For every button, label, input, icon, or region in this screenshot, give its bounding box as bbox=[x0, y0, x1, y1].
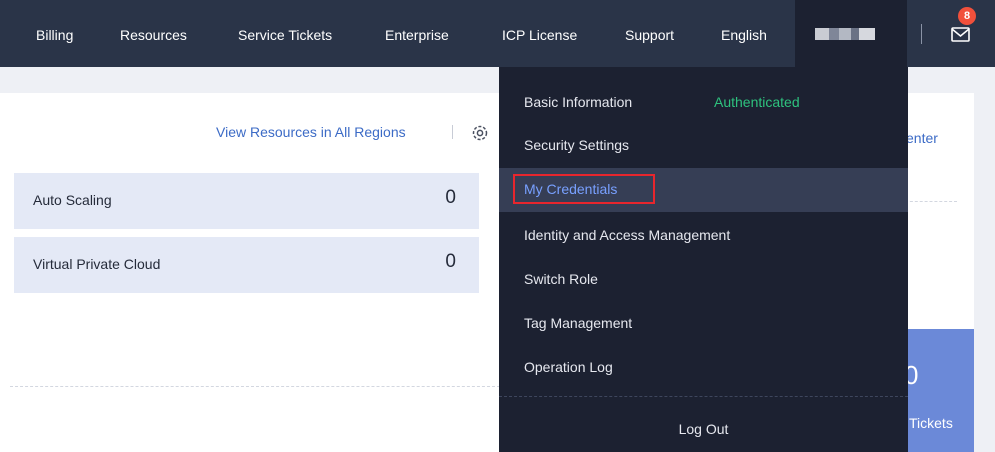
user-account-menu[interactable] bbox=[795, 0, 907, 67]
menu-item-label: Security Settings bbox=[524, 137, 630, 153]
menu-item-label: Tag Management bbox=[524, 315, 633, 331]
highlight-annotation-box bbox=[513, 174, 655, 204]
menu-divider bbox=[499, 396, 908, 397]
center-link-partial[interactable]: enter bbox=[906, 130, 938, 146]
nav-divider bbox=[921, 24, 922, 44]
menu-item-basic-information[interactable]: Basic Information bbox=[499, 81, 908, 125]
nav-service-tickets[interactable]: Service Tickets bbox=[238, 0, 332, 67]
view-resources-link[interactable]: View Resources in All Regions bbox=[216, 124, 406, 140]
tickets-label: Tickets bbox=[909, 415, 953, 431]
account-dropdown-menu: Basic Information Security Settings My C… bbox=[499, 67, 908, 452]
unread-count-badge: 8 bbox=[958, 7, 976, 25]
menu-item-label: Operation Log bbox=[524, 359, 613, 375]
menu-item-label: Switch Role bbox=[524, 271, 598, 287]
logout-label: Log Out bbox=[678, 421, 729, 437]
nav-billing[interactable]: Billing bbox=[36, 0, 73, 67]
nav-language[interactable]: English bbox=[721, 0, 767, 67]
resource-count: 0 bbox=[445, 251, 456, 272]
gear-icon[interactable] bbox=[471, 124, 489, 147]
nav-support[interactable]: Support bbox=[625, 0, 674, 67]
link-separator bbox=[452, 125, 453, 139]
nav-resources[interactable]: Resources bbox=[120, 0, 187, 67]
resource-row-virtual-private-cloud[interactable]: Virtual Private Cloud 0 bbox=[14, 237, 479, 293]
menu-item-switch-role[interactable]: Switch Role bbox=[499, 258, 908, 302]
menu-item-security-settings[interactable]: Security Settings bbox=[499, 124, 908, 168]
resource-row-auto-scaling[interactable]: Auto Scaling 0 bbox=[14, 173, 479, 229]
nav-icp-license[interactable]: ICP License bbox=[502, 0, 577, 67]
menu-item-tag-management[interactable]: Tag Management bbox=[499, 302, 908, 346]
menu-item-identity-and-access-management[interactable]: Identity and Access Management bbox=[499, 214, 908, 258]
mail-icon[interactable] bbox=[951, 25, 971, 48]
blurred-username bbox=[815, 28, 875, 40]
resource-label: Auto Scaling bbox=[33, 192, 112, 208]
menu-item-operation-log[interactable]: Operation Log bbox=[499, 346, 908, 390]
authentication-status: Authenticated bbox=[714, 94, 800, 110]
logout-button[interactable]: Log Out bbox=[499, 407, 908, 452]
resource-label: Virtual Private Cloud bbox=[33, 256, 161, 272]
nav-enterprise[interactable]: Enterprise bbox=[385, 0, 449, 67]
resource-count: 0 bbox=[445, 187, 456, 208]
panel-divider bbox=[10, 386, 500, 387]
menu-item-label: Identity and Access Management bbox=[524, 227, 731, 243]
panel-divider bbox=[905, 201, 957, 202]
menu-item-label: Basic Information bbox=[524, 94, 633, 110]
top-navigation-bar: Billing Resources Service Tickets Enterp… bbox=[0, 0, 995, 67]
